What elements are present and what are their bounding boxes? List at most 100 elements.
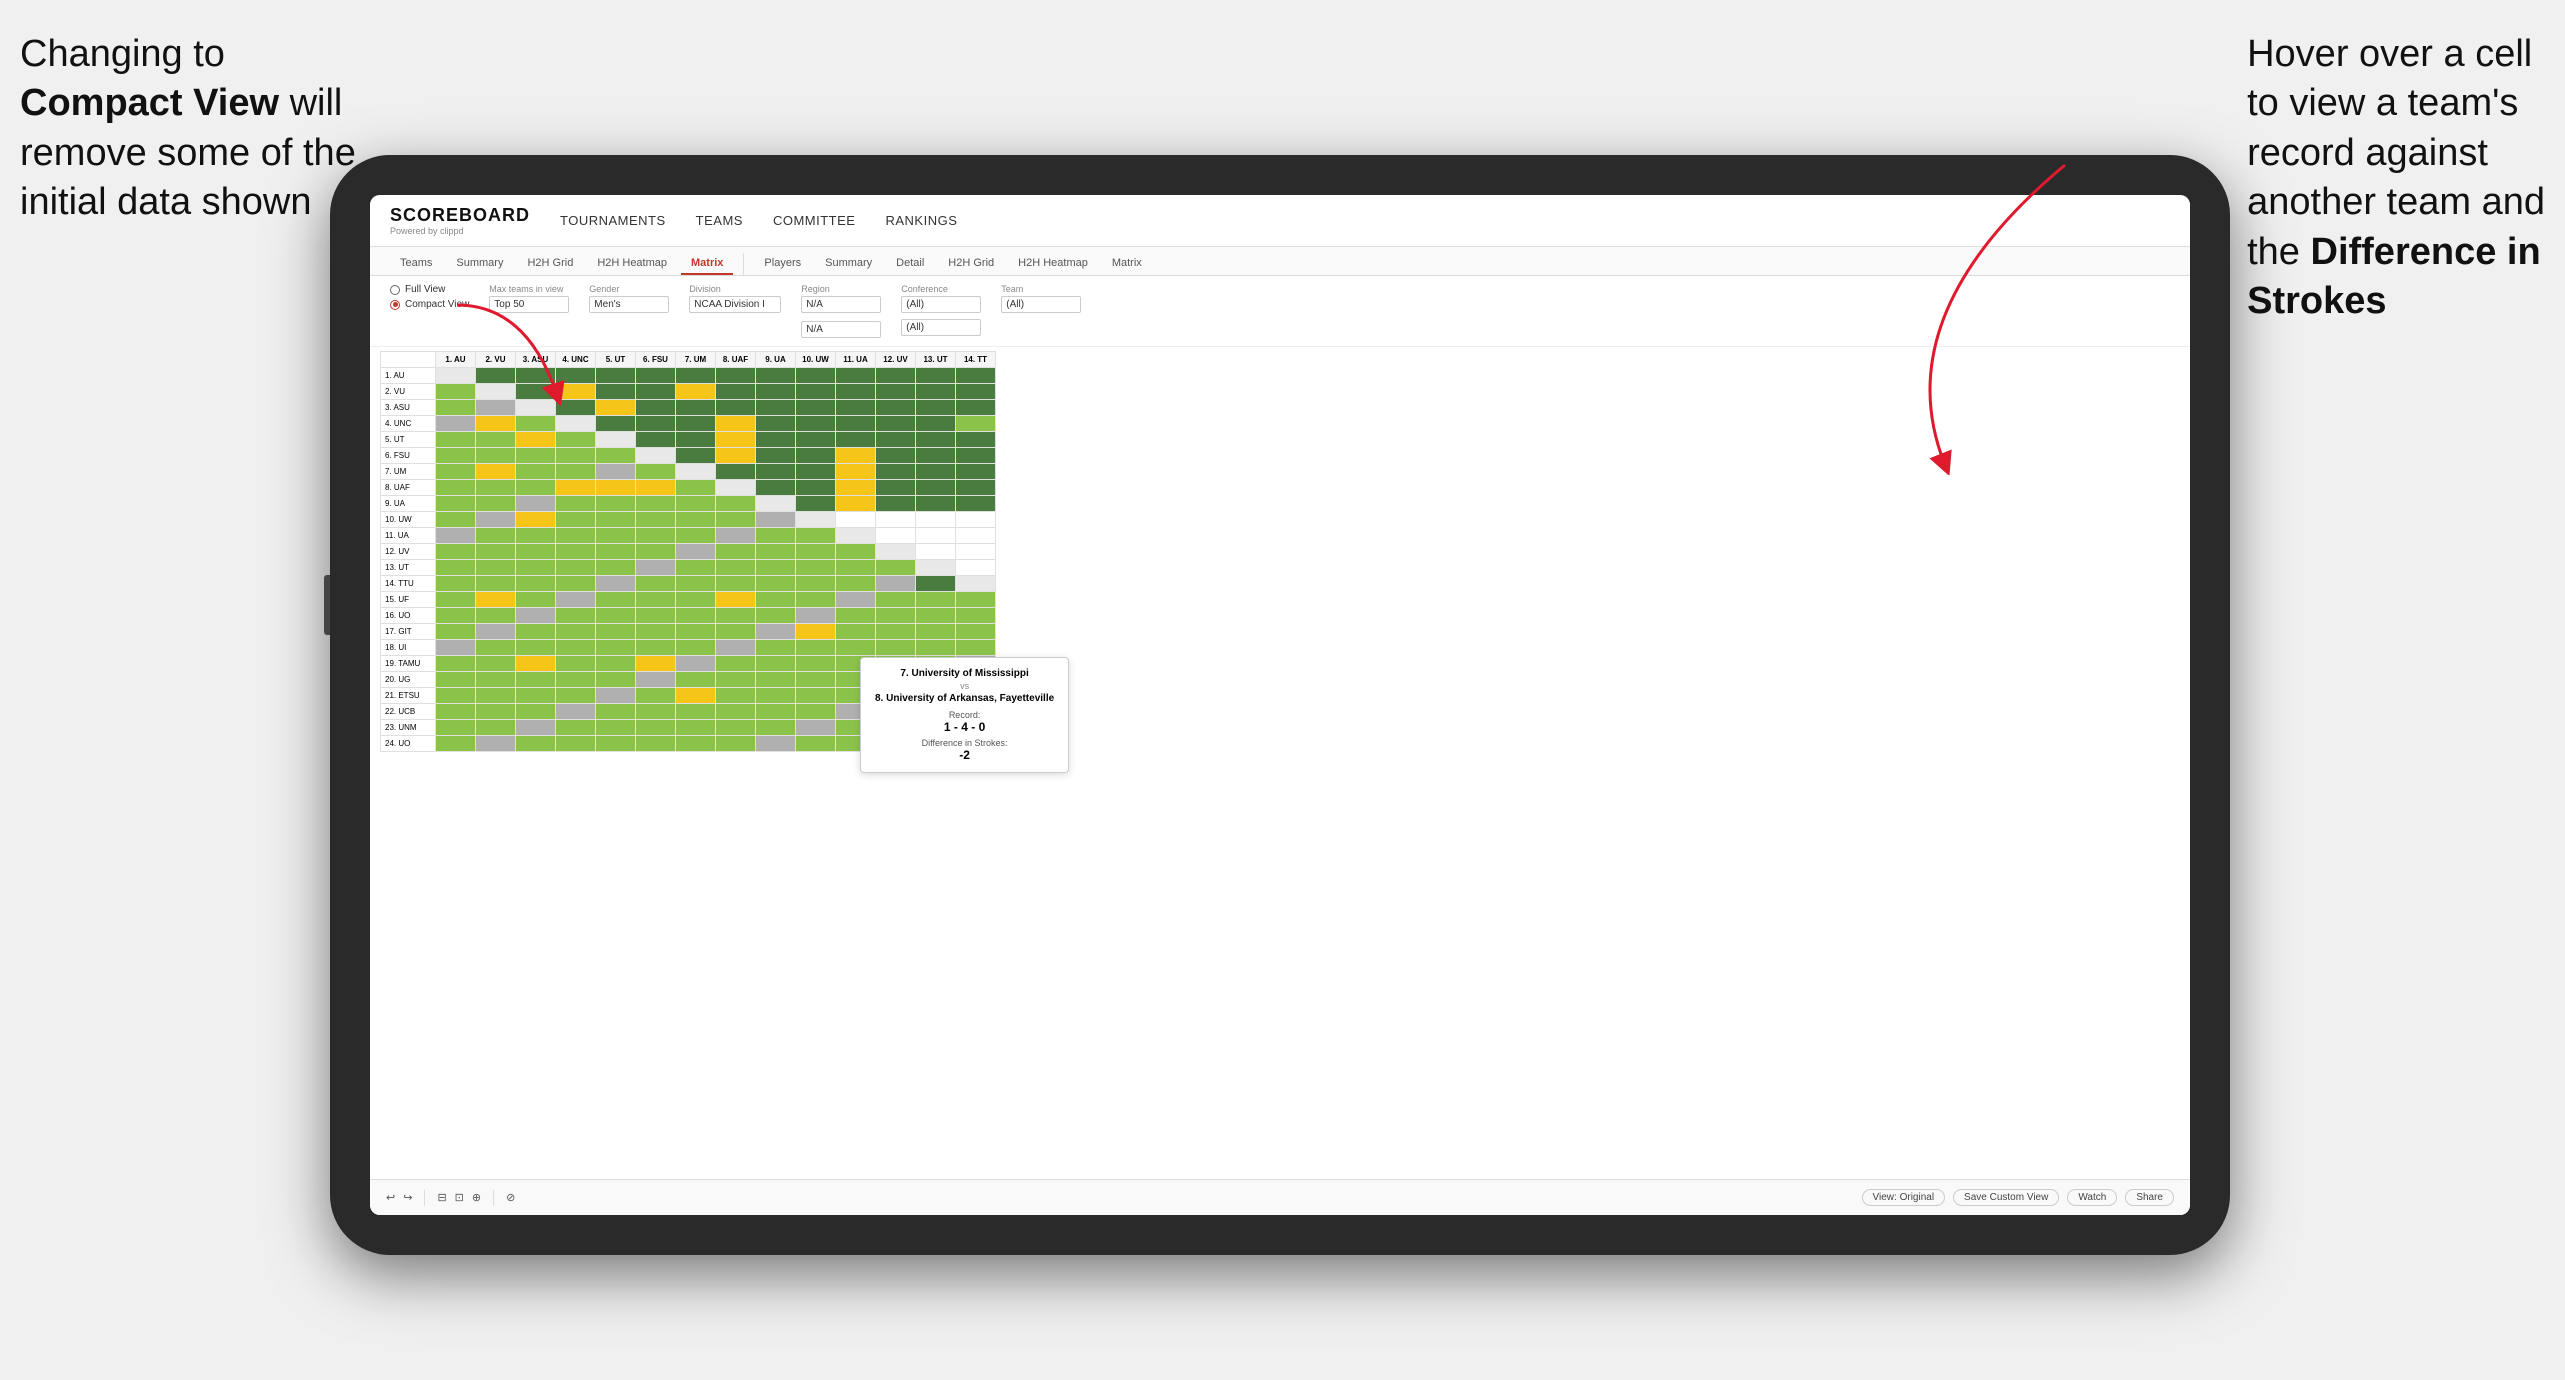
matrix-cell[interactable] [556, 432, 596, 448]
matrix-cell[interactable] [516, 656, 556, 672]
matrix-cell[interactable] [436, 624, 476, 640]
matrix-cell[interactable] [476, 400, 516, 416]
matrix-cell[interactable] [796, 400, 836, 416]
matrix-cell[interactable] [676, 672, 716, 688]
matrix-cell[interactable] [796, 384, 836, 400]
matrix-cell[interactable] [756, 480, 796, 496]
matrix-cell[interactable] [836, 576, 876, 592]
matrix-cell[interactable] [516, 368, 556, 384]
toolbar-watch[interactable]: Watch [2067, 1189, 2117, 1206]
matrix-cell[interactable] [956, 576, 996, 592]
matrix-cell[interactable] [476, 496, 516, 512]
matrix-cell[interactable] [516, 608, 556, 624]
matrix-cell[interactable] [756, 496, 796, 512]
matrix-cell[interactable] [916, 448, 956, 464]
matrix-cell[interactable] [956, 384, 996, 400]
matrix-cell[interactable] [956, 368, 996, 384]
matrix-cell[interactable] [676, 528, 716, 544]
matrix-cell[interactable] [876, 560, 916, 576]
matrix-cell[interactable] [636, 560, 676, 576]
matrix-cell[interactable] [476, 656, 516, 672]
matrix-cell[interactable] [876, 416, 916, 432]
matrix-cell[interactable] [756, 384, 796, 400]
subnav-players-h2h-grid[interactable]: H2H Grid [938, 253, 1004, 275]
matrix-cell[interactable] [476, 416, 516, 432]
matrix-cell[interactable] [676, 608, 716, 624]
matrix-cell[interactable] [756, 576, 796, 592]
matrix-cell[interactable] [916, 432, 956, 448]
matrix-cell[interactable] [716, 736, 756, 752]
matrix-cell[interactable] [476, 384, 516, 400]
matrix-cell[interactable] [716, 720, 756, 736]
matrix-cell[interactable] [756, 720, 796, 736]
matrix-cell[interactable] [796, 416, 836, 432]
matrix-cell[interactable] [836, 528, 876, 544]
matrix-cell[interactable] [436, 528, 476, 544]
matrix-cell[interactable] [556, 688, 596, 704]
matrix-cell[interactable] [916, 400, 956, 416]
matrix-cell[interactable] [636, 512, 676, 528]
matrix-cell[interactable] [916, 576, 956, 592]
matrix-cell[interactable] [596, 688, 636, 704]
matrix-cell[interactable] [956, 560, 996, 576]
filter-region-select2[interactable]: N/A [801, 321, 881, 338]
matrix-cell[interactable] [476, 592, 516, 608]
matrix-cell[interactable] [716, 688, 756, 704]
matrix-cell[interactable] [836, 624, 876, 640]
matrix-cell[interactable] [596, 464, 636, 480]
matrix-cell[interactable] [676, 688, 716, 704]
matrix-cell[interactable] [676, 400, 716, 416]
toolbar-btn2[interactable]: ⊡ [455, 1191, 464, 1204]
matrix-cell[interactable] [716, 496, 756, 512]
matrix-cell[interactable] [516, 576, 556, 592]
matrix-cell[interactable] [796, 432, 836, 448]
matrix-cell[interactable] [516, 528, 556, 544]
matrix-cell[interactable] [956, 592, 996, 608]
matrix-cell[interactable] [636, 640, 676, 656]
matrix-cell[interactable] [956, 544, 996, 560]
matrix-cell[interactable] [836, 480, 876, 496]
matrix-cell[interactable] [596, 448, 636, 464]
matrix-cell[interactable] [676, 432, 716, 448]
subnav-players-matrix[interactable]: Matrix [1102, 253, 1152, 275]
matrix-cell[interactable] [556, 448, 596, 464]
matrix-cell[interactable] [436, 704, 476, 720]
matrix-cell[interactable] [916, 624, 956, 640]
matrix-cell[interactable] [636, 368, 676, 384]
matrix-cell[interactable] [796, 592, 836, 608]
matrix-cell[interactable] [916, 496, 956, 512]
radio-compact-view[interactable]: Compact View [390, 299, 469, 310]
matrix-cell[interactable] [476, 448, 516, 464]
subnav-players-h2h-heatmap[interactable]: H2H Heatmap [1008, 253, 1098, 275]
matrix-cell[interactable] [596, 640, 636, 656]
matrix-cell[interactable] [476, 672, 516, 688]
matrix-cell[interactable] [796, 464, 836, 480]
matrix-cell[interactable] [476, 528, 516, 544]
matrix-cell[interactable] [676, 448, 716, 464]
matrix-cell[interactable] [436, 672, 476, 688]
matrix-cell[interactable] [596, 656, 636, 672]
matrix-cell[interactable] [836, 416, 876, 432]
matrix-cell[interactable] [596, 384, 636, 400]
matrix-cell[interactable] [596, 544, 636, 560]
matrix-cell[interactable] [476, 480, 516, 496]
matrix-cell[interactable] [596, 608, 636, 624]
matrix-cell[interactable] [636, 704, 676, 720]
matrix-cell[interactable] [676, 720, 716, 736]
matrix-cell[interactable] [756, 608, 796, 624]
matrix-cell[interactable] [676, 656, 716, 672]
matrix-cell[interactable] [636, 496, 676, 512]
matrix-cell[interactable] [556, 720, 596, 736]
toolbar-btn3[interactable]: ⊕ [472, 1191, 481, 1204]
matrix-cell[interactable] [676, 576, 716, 592]
subnav-players-detail[interactable]: Detail [886, 253, 934, 275]
matrix-cell[interactable] [956, 416, 996, 432]
matrix-cell[interactable] [636, 624, 676, 640]
matrix-cell[interactable] [436, 448, 476, 464]
radio-full-view[interactable]: Full View [390, 284, 469, 295]
matrix-cell[interactable] [476, 736, 516, 752]
matrix-cell[interactable] [556, 624, 596, 640]
matrix-cell[interactable] [476, 608, 516, 624]
matrix-cell[interactable] [516, 720, 556, 736]
matrix-cell[interactable] [636, 688, 676, 704]
